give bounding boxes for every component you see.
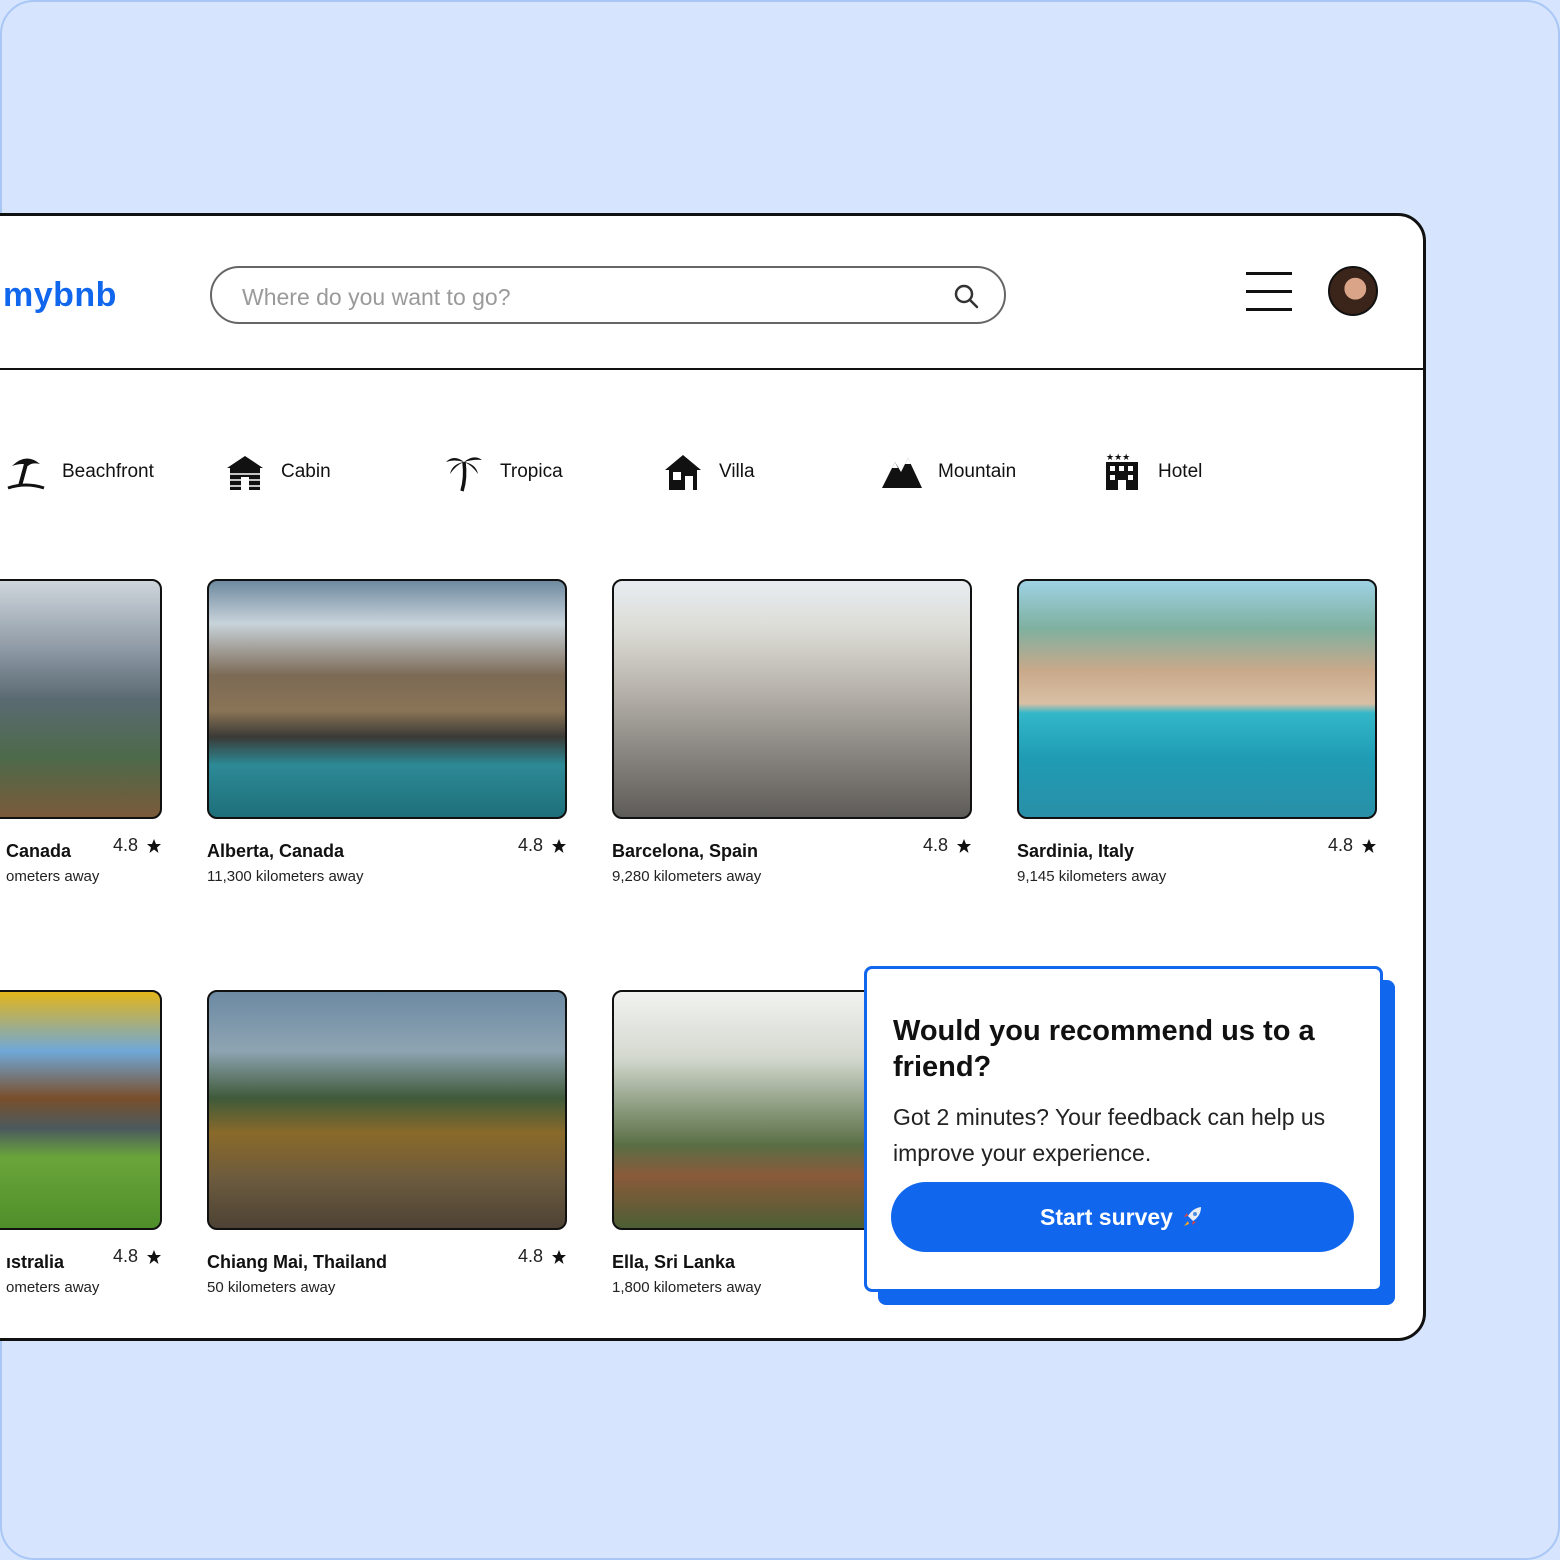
- listing-distance: 11,300 kilometers away: [207, 868, 364, 885]
- listing-title: ıstralia: [6, 1252, 65, 1272]
- svg-text:★★★: ★★★: [1106, 453, 1130, 463]
- start-survey-label: Start survey: [1040, 1203, 1173, 1230]
- star-icon: [147, 1249, 161, 1264]
- listing-distance: 50 kilometers away: [207, 1279, 336, 1296]
- listing-title: Chiang Mai, Thailand: [207, 1252, 388, 1272]
- category-bar: Beachfront Cabin Tropica Villa Mountain …: [0, 448, 1423, 498]
- category-label: Beachfront: [62, 461, 154, 482]
- listing-distance: 1,800 kilometers away: [612, 1279, 762, 1296]
- star-icon: [147, 838, 161, 853]
- star-icon: [552, 838, 566, 853]
- category-cabin[interactable]: Cabin: [225, 448, 331, 496]
- category-label: Mountain: [938, 461, 1017, 482]
- hamburger-menu-icon[interactable]: [1246, 272, 1294, 312]
- category-villa[interactable]: Villa: [663, 448, 755, 496]
- listing-rating: 4.8: [518, 835, 567, 856]
- listing-card[interactable]: Alberta, Canada 11,300 kilometers away 4…: [207, 579, 567, 889]
- listing-distance: 9,280 kilometers away: [612, 868, 762, 885]
- rating-value: 4.8: [922, 835, 948, 855]
- star-icon: [552, 1249, 566, 1264]
- listing-photo[interactable]: [1017, 579, 1377, 819]
- category-label: Villa: [719, 461, 755, 482]
- listing-photo[interactable]: [207, 990, 567, 1230]
- listing-rating: 4.8: [113, 835, 162, 856]
- listing-rating: 4.8: [518, 1246, 567, 1267]
- logo[interactable]: mybnb: [3, 276, 117, 315]
- rating-value: 4.8: [517, 835, 543, 855]
- villa-house-icon: [665, 455, 701, 490]
- category-hotel[interactable]: ★★★ Hotel: [1102, 448, 1202, 496]
- listing-photo[interactable]: [207, 579, 567, 819]
- search-bar[interactable]: [210, 266, 1006, 324]
- listing-title: Alberta, Canada: [207, 841, 345, 861]
- avatar[interactable]: [1328, 266, 1378, 316]
- category-label: Hotel: [1158, 461, 1203, 482]
- listing-photo[interactable]: [0, 990, 162, 1230]
- category-tropica[interactable]: Tropica: [444, 448, 563, 496]
- rating-value: 4.8: [1327, 835, 1353, 855]
- palm-tree-icon: [446, 457, 482, 492]
- category-label: Cabin: [281, 461, 331, 482]
- rocket-icon: [1183, 1207, 1201, 1226]
- rating-value: 4.8: [517, 1246, 543, 1266]
- category-beachfront[interactable]: Beachfront: [6, 448, 154, 496]
- star-icon: [1362, 838, 1376, 853]
- listing-title: Sardinia, Italy: [1017, 841, 1135, 861]
- start-survey-button[interactable]: Start survey: [891, 1182, 1354, 1252]
- rating-value: 4.8: [112, 1246, 138, 1266]
- star-icon: [957, 838, 971, 853]
- rating-value: 4.8: [112, 835, 138, 855]
- listing-distance: 9,145 kilometers away: [1017, 868, 1167, 885]
- listing-card[interactable]: Chiang Mai, Thailand 50 kilometers away …: [207, 990, 567, 1300]
- listing-card[interactable]: ıstralia ometers away 4.8: [0, 990, 162, 1300]
- listing-card[interactable]: Canada ometers away 4.8: [0, 579, 162, 889]
- search-input[interactable]: [240, 278, 924, 316]
- listing-rating: 4.8: [1328, 835, 1377, 856]
- hotel-icon: ★★★: [1106, 453, 1138, 490]
- search-icon[interactable]: [952, 282, 980, 310]
- listing-distance: ometers away: [6, 1279, 100, 1296]
- listing-rating: 4.8: [923, 835, 972, 856]
- category-label: Tropica: [500, 461, 563, 482]
- listing-photo[interactable]: [0, 579, 162, 819]
- listing-rating: 4.8: [113, 1246, 162, 1267]
- listing-photo[interactable]: [612, 579, 972, 819]
- listing-title: Ella, Sri Lanka: [612, 1252, 736, 1272]
- listing-card[interactable]: Sardinia, Italy 9,145 kilometers away 4.…: [1017, 579, 1377, 889]
- beach-umbrella-icon: [7, 458, 45, 490]
- survey-popup: Would you recommend us to a friend? Got …: [864, 966, 1383, 1292]
- listing-distance: ometers away: [6, 868, 100, 885]
- listing-title: Canada: [6, 841, 72, 861]
- listing-title: Barcelona, Spain: [612, 841, 759, 861]
- category-mountain[interactable]: Mountain: [882, 448, 1016, 496]
- mountain-icon: [882, 458, 922, 488]
- cabin-icon: [227, 456, 263, 490]
- listing-card[interactable]: Barcelona, Spain 9,280 kilometers away 4…: [612, 579, 972, 889]
- survey-question: Would you recommend us to a friend?: [893, 1015, 1315, 1083]
- top-header: mybnb: [0, 216, 1423, 370]
- survey-subtitle: Got 2 minutes? Your feedback can help us…: [893, 1104, 1326, 1166]
